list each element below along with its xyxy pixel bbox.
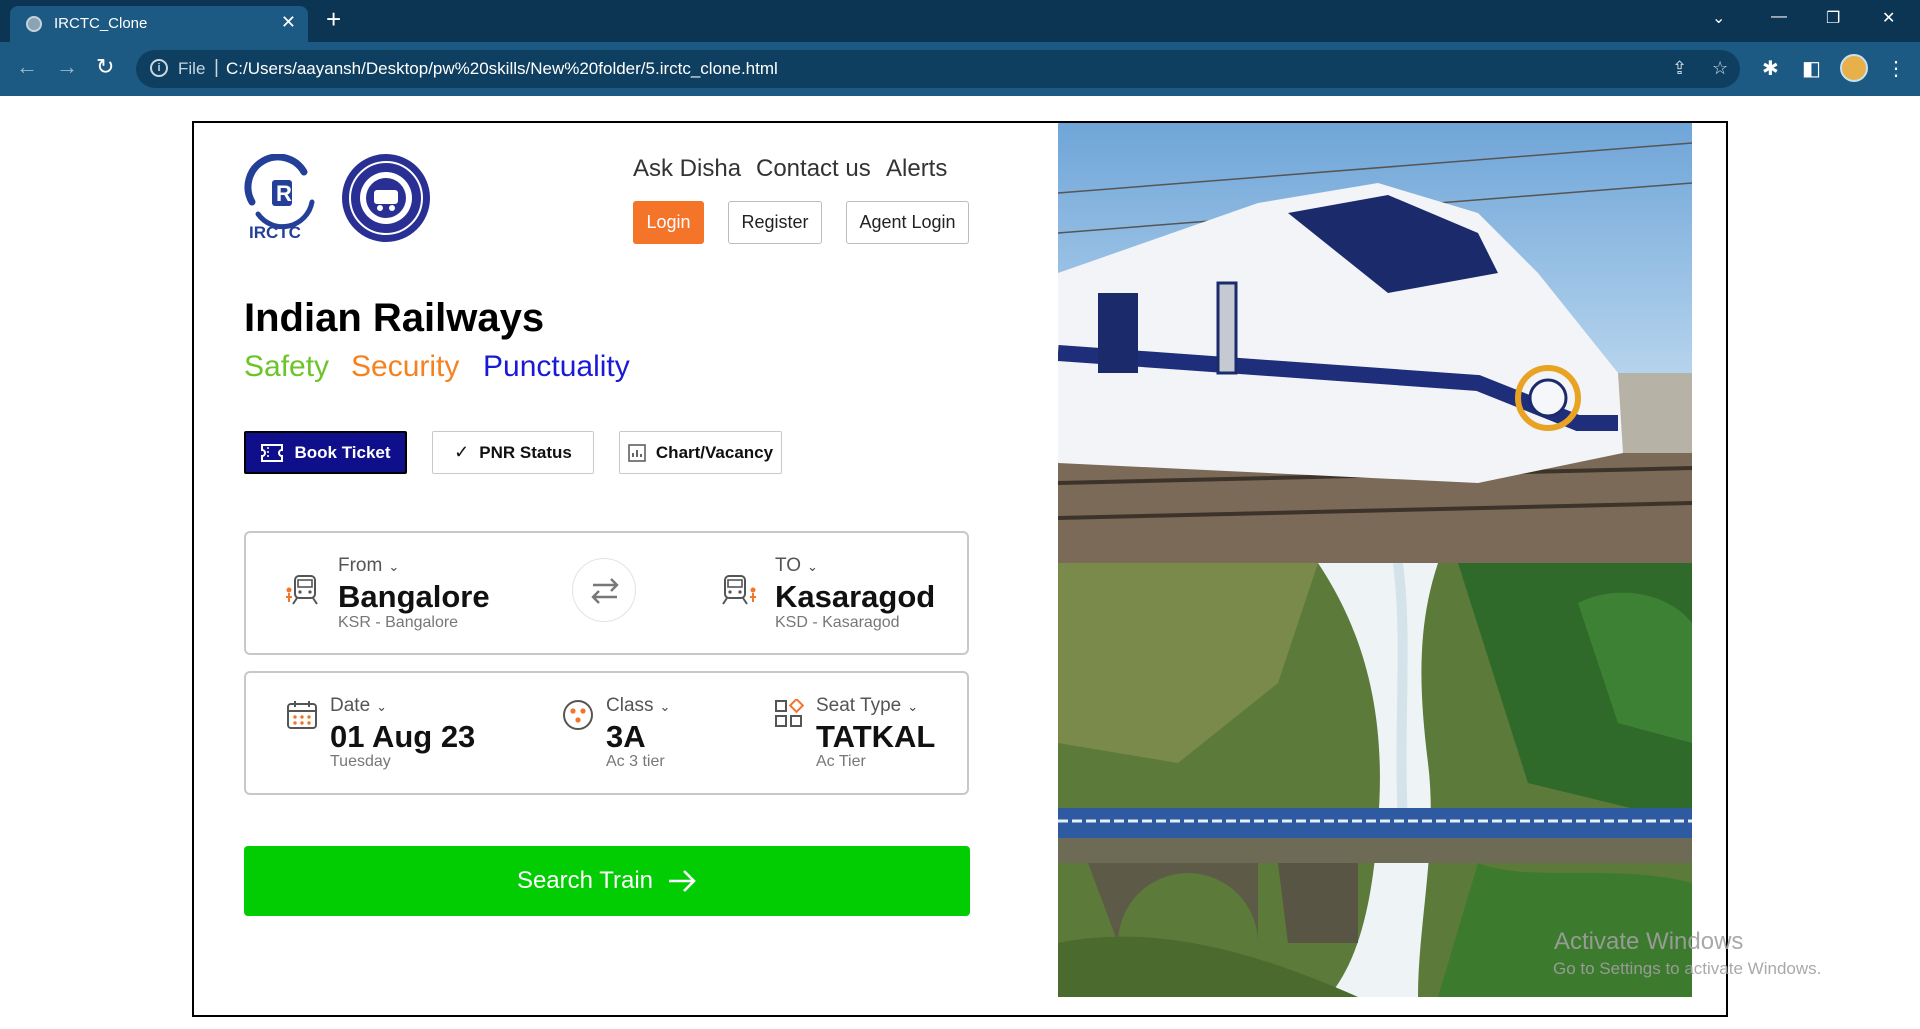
chevron-down-icon: ⌄ xyxy=(376,699,388,714)
class-value: 3A xyxy=(606,719,646,754)
to-sub: KSD - Kasaragod xyxy=(775,614,900,631)
from-label: From ⌄ xyxy=(338,555,400,576)
minimize-icon[interactable]: — xyxy=(1771,8,1787,26)
nav-link-contact-us[interactable]: Contact us xyxy=(756,155,871,183)
tab-chart-vacancy-label: Chart/Vacancy xyxy=(655,442,774,462)
to-value: Kasaragod xyxy=(775,579,936,614)
chevron-down-icon: ⌄ xyxy=(388,559,400,574)
profile-avatar[interactable] xyxy=(1840,54,1868,82)
indian-railways-logo[interactable] xyxy=(340,152,432,244)
class-sub: Ac 3 tier xyxy=(606,753,665,770)
address-separator: | xyxy=(214,57,219,78)
chart-icon xyxy=(628,443,646,462)
browser-tab[interactable]: IRCTC_Clone ✕ xyxy=(10,6,308,42)
close-tab-icon[interactable]: ✕ xyxy=(281,12,296,33)
menu-icon[interactable]: ⋮ xyxy=(1886,56,1906,81)
arrow-right-icon xyxy=(669,870,696,892)
back-icon[interactable]: ← xyxy=(16,54,38,80)
tab-book-ticket[interactable]: Book Ticket xyxy=(244,431,407,474)
search-train-button[interactable]: Search Train xyxy=(244,846,970,916)
train-station-icon xyxy=(286,575,318,605)
seat-type-sub: Ac Tier xyxy=(816,753,866,770)
check-icon: ✓ xyxy=(454,442,470,462)
ticket-icon xyxy=(261,443,284,462)
irctc-logo[interactable]: R IRCTC xyxy=(244,153,320,242)
tab-book-ticket-label: Book Ticket xyxy=(294,442,391,462)
browser-titlebar: IRCTC_Clone ✕ + ⌄ — ❐ ✕ xyxy=(0,0,1920,42)
date-label: Date ⌄ xyxy=(330,695,388,716)
activate-windows-title: Activate Windows xyxy=(1554,928,1744,955)
chevron-down-icon: ⌄ xyxy=(659,699,671,714)
chevron-down-icon: ⌄ xyxy=(807,559,818,574)
tab-pnr-status[interactable]: ✓ PNR Status xyxy=(432,431,594,474)
chevron-down-icon: ⌄ xyxy=(907,699,919,714)
tab-pnr-status-label: PNR Status xyxy=(479,442,572,462)
from-value: Bangalore xyxy=(338,579,490,614)
tab-title: IRCTC_Clone xyxy=(54,15,148,32)
globe-icon xyxy=(26,16,42,32)
new-tab-button[interactable]: + xyxy=(326,4,341,35)
seat-type-value: TATKAL xyxy=(816,719,936,754)
tagline-security: Security xyxy=(351,350,460,383)
svg-text:IRCTC: IRCTC xyxy=(249,223,301,242)
nav-link-ask-disha[interactable]: Ask Disha xyxy=(633,155,741,183)
seat-type-label: Seat Type ⌄ xyxy=(816,695,919,716)
register-button[interactable]: Register xyxy=(728,201,822,244)
tagline-safety: Safety xyxy=(244,350,330,383)
extensions-icon[interactable]: ✱ xyxy=(1762,56,1779,81)
share-icon[interactable]: ⇪ xyxy=(1672,58,1687,79)
address-bar[interactable]: i File | C:/Users/aayansh/Desktop/pw%20s… xyxy=(136,50,1740,88)
class-label: Class ⌄ xyxy=(606,695,671,716)
reload-icon[interactable]: ↻ xyxy=(96,54,114,80)
address-url[interactable]: C:/Users/aayansh/Desktop/pw%20skills/New… xyxy=(226,59,778,79)
tagline-punctuality: Punctuality xyxy=(483,350,630,383)
svg-text:R: R xyxy=(276,181,292,206)
date-sub: Tuesday xyxy=(330,753,391,770)
star-icon[interactable]: ☆ xyxy=(1712,58,1728,79)
to-label: TO ⌄ xyxy=(775,555,818,576)
info-icon[interactable]: i xyxy=(150,59,168,77)
calendar-icon xyxy=(287,701,317,729)
close-window-icon[interactable]: ✕ xyxy=(1882,8,1895,28)
train-station-icon xyxy=(722,575,756,605)
class-icon xyxy=(563,700,593,730)
search-train-label: Search Train xyxy=(516,867,654,894)
address-scheme: File xyxy=(178,59,206,78)
from-sub: KSR - Bangalore xyxy=(338,614,459,631)
page-title: Indian Railways xyxy=(244,296,545,340)
restore-icon[interactable]: ❐ xyxy=(1826,8,1840,28)
forward-icon[interactable]: → xyxy=(56,54,78,80)
nav-link-alerts[interactable]: Alerts xyxy=(886,155,947,183)
sidepanel-icon[interactable]: ◧ xyxy=(1802,56,1821,81)
swap-icon xyxy=(591,578,619,604)
activate-windows-subtitle: Go to Settings to activate Windows. xyxy=(1553,959,1822,978)
date-value: 01 Aug 23 xyxy=(330,719,476,754)
agent-login-button[interactable]: Agent Login xyxy=(846,201,969,244)
seat-type-icon xyxy=(775,699,804,727)
tab-search-icon[interactable]: ⌄ xyxy=(1712,8,1725,28)
swap-stations-button[interactable] xyxy=(572,558,636,622)
tab-chart-vacancy[interactable]: Chart/Vacancy xyxy=(619,431,782,474)
vande-bharat-train-image xyxy=(1058,123,1692,563)
login-button[interactable]: Login xyxy=(633,201,704,244)
browser-toolbar: ← → ↻ i File | C:/Users/aayansh/Desktop/… xyxy=(0,42,1920,96)
